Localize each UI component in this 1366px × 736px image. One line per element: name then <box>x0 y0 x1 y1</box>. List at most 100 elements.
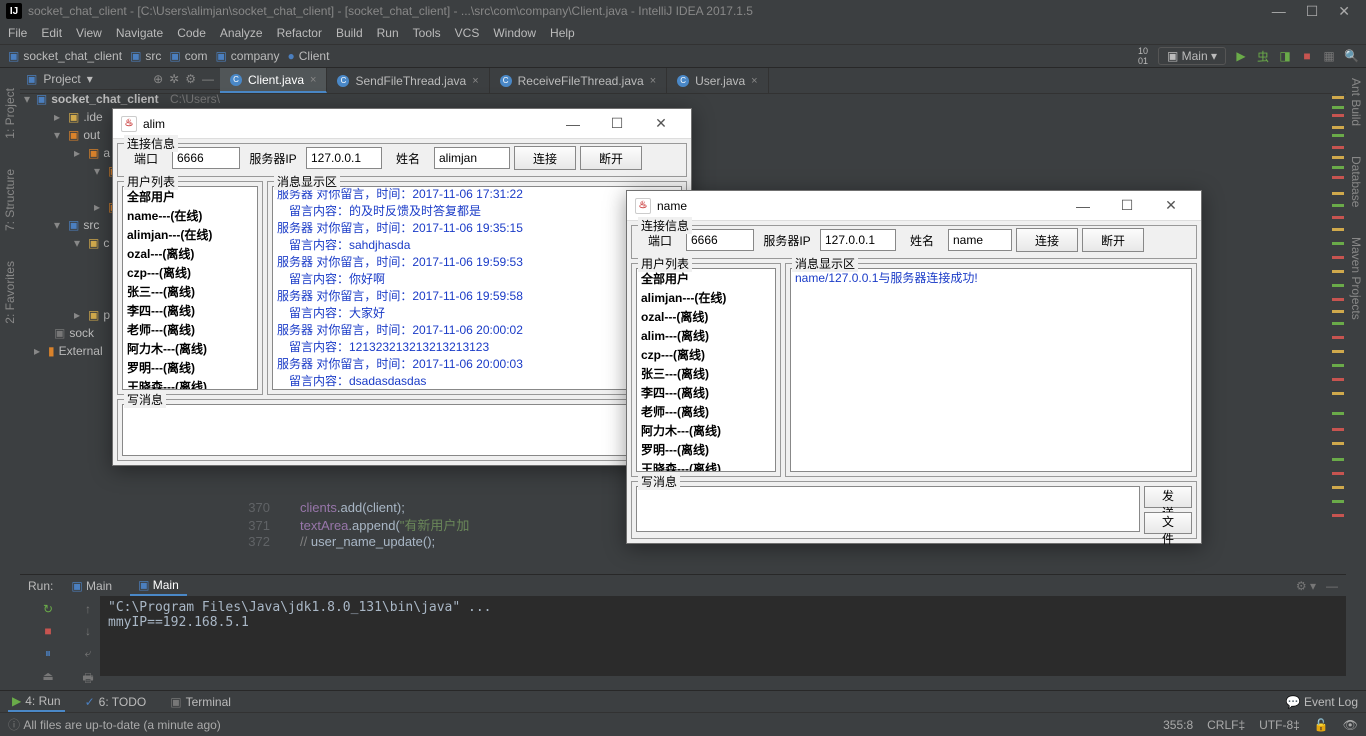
user-list[interactable]: 全部用户alimjan---(在线)ozal---(离线)alim---(离线)… <box>636 268 776 472</box>
user-item[interactable]: czp---(离线) <box>123 263 257 282</box>
crumb-src[interactable]: src <box>145 49 161 63</box>
user-item[interactable]: 张三---(离线) <box>637 364 775 383</box>
file-button[interactable]: 文件 <box>1144 512 1192 534</box>
menu-window[interactable]: Window <box>493 26 536 40</box>
editor-tab[interactable]: CSendFileThread.java× <box>327 68 489 93</box>
user-item[interactable]: 阿力木---(离线) <box>637 421 775 440</box>
crumb-com[interactable]: com <box>185 49 208 63</box>
search-icon[interactable]: 🔍 <box>1344 49 1358 63</box>
status-position[interactable]: 355:8 <box>1163 718 1193 732</box>
menu-code[interactable]: Code <box>177 26 206 40</box>
run-icon[interactable]: ▶ <box>1234 49 1248 63</box>
os-minimize-icon[interactable]: — <box>1272 3 1286 20</box>
print-icon[interactable]: 🖶 <box>78 669 98 689</box>
crumb-company[interactable]: company <box>231 49 280 63</box>
window-minimize-icon[interactable]: — <box>551 110 595 138</box>
user-item[interactable]: 李四---(离线) <box>637 383 775 402</box>
user-item[interactable]: alim---(离线) <box>637 326 775 345</box>
close-tab-icon[interactable]: × <box>650 75 656 87</box>
menu-help[interactable]: Help <box>550 26 575 40</box>
connect-button[interactable]: 连接 <box>514 146 576 170</box>
left-tool-0[interactable]: 1: Project <box>3 88 17 139</box>
info-icon[interactable]: ⓘ <box>8 716 20 733</box>
os-close-icon[interactable]: ✕ <box>1338 3 1350 20</box>
hide-icon[interactable]: — <box>1326 579 1338 593</box>
editor-tab[interactable]: CReceiveFileThread.java× <box>490 68 668 93</box>
crumb-project[interactable]: socket_chat_client <box>23 49 122 63</box>
event-log[interactable]: 💬 Event Log <box>1286 695 1358 709</box>
user-item[interactable]: alimjan---(在线) <box>637 288 775 307</box>
tree-item[interactable]: sock <box>69 326 94 340</box>
close-tab-icon[interactable]: × <box>751 75 757 87</box>
name-field[interactable]: name <box>948 229 1012 251</box>
tree-item[interactable]: a <box>103 146 110 160</box>
menu-analyze[interactable]: Analyze <box>220 26 263 40</box>
run-tab-main-active[interactable]: ▣ Main <box>130 576 187 596</box>
exit-icon[interactable]: ⏏ <box>38 669 58 683</box>
ip-field[interactable]: 127.0.0.1 <box>306 147 382 169</box>
right-tool-0[interactable]: Ant Build <box>1349 78 1363 126</box>
down-icon[interactable]: ↓ <box>78 624 98 638</box>
menu-file[interactable]: File <box>8 26 27 40</box>
menu-tools[interactable]: Tools <box>413 26 441 40</box>
rerun-icon[interactable]: ↻ <box>38 602 58 616</box>
ip-field[interactable]: 127.0.0.1 <box>820 229 896 251</box>
close-tab-icon[interactable]: × <box>472 75 478 87</box>
app-window-name[interactable]: ♨ name — ☐ ✕ 连接信息 端口 6666 服务器IP 127.0.0.… <box>626 190 1202 544</box>
run-configuration-selector[interactable]: ▣ Main ▾ <box>1158 47 1226 65</box>
send-button[interactable]: 发送 <box>1144 486 1192 508</box>
window-title-bar[interactable]: ♨ alim — ☐ ✕ <box>113 109 691 139</box>
menu-view[interactable]: View <box>76 26 102 40</box>
collapse-icon[interactable]: ⊕ <box>153 72 163 86</box>
left-tool-1[interactable]: 7: Structure <box>3 169 17 231</box>
wrap-icon[interactable]: ⤶ <box>78 646 98 661</box>
user-item[interactable]: 王晓森---(离线) <box>637 459 775 472</box>
left-tool-2[interactable]: 2: Favorites <box>3 261 17 324</box>
tree-item[interactable]: p <box>103 308 110 322</box>
status-line-sep[interactable]: CRLF‡ <box>1207 718 1245 732</box>
app-window-alim[interactable]: ♨ alim — ☐ ✕ 连接信息 端口 6666 服务器IP 127.0.0.… <box>112 108 692 466</box>
tool-run[interactable]: ▶ 4: Run <box>8 692 65 712</box>
tree-item[interactable]: out <box>83 128 100 142</box>
tree-item[interactable]: .ide <box>83 110 102 124</box>
window-maximize-icon[interactable]: ☐ <box>1105 192 1149 220</box>
os-maximize-icon[interactable]: ☐ <box>1306 3 1319 20</box>
stop-icon[interactable]: ■ <box>1300 49 1314 63</box>
port-field[interactable]: 6666 <box>172 147 240 169</box>
message-input[interactable] <box>122 404 682 456</box>
right-tool-2[interactable]: Maven Projects <box>1349 237 1363 320</box>
window-close-icon[interactable]: ✕ <box>1149 192 1193 220</box>
window-minimize-icon[interactable]: — <box>1061 192 1105 220</box>
console-output[interactable]: "C:\Program Files\Java\jdk1.8.0_131\bin\… <box>100 596 1346 676</box>
user-item[interactable]: 罗明---(离线) <box>123 358 257 377</box>
inspect-icon[interactable]: 👁 <box>1343 718 1358 732</box>
coverage-icon[interactable]: ◨ <box>1278 49 1292 63</box>
user-item[interactable]: 王晓森---(离线) <box>123 377 257 390</box>
disconnect-button[interactable]: 断开 <box>1082 228 1144 252</box>
settings-icon[interactable]: ⚙ <box>185 72 196 86</box>
settings-icon[interactable]: ⚙ ▾ <box>1296 579 1316 593</box>
editor-tab[interactable]: CUser.java× <box>667 68 768 93</box>
user-item[interactable]: 老师---(离线) <box>637 402 775 421</box>
crumb-client[interactable]: Client <box>299 49 330 63</box>
editor-tab[interactable]: CClient.java× <box>220 68 327 93</box>
user-item[interactable]: 阿力木---(离线) <box>123 339 257 358</box>
user-item[interactable]: alimjan---(在线) <box>123 225 257 244</box>
disconnect-button[interactable]: 断开 <box>580 146 642 170</box>
message-area[interactable]: 服务器 对你留言，时间：2017-11-06 17:31:22留言内容：的及时反… <box>272 186 682 390</box>
user-item[interactable]: czp---(离线) <box>637 345 775 364</box>
stop-icon[interactable]: ■ <box>38 624 58 638</box>
lock-icon[interactable]: 🔓 <box>1314 718 1329 732</box>
window-close-icon[interactable]: ✕ <box>639 110 683 138</box>
pause-icon[interactable]: ⏸ <box>38 646 58 661</box>
user-item[interactable]: 罗明---(离线) <box>637 440 775 459</box>
user-item[interactable]: 张三---(离线) <box>123 282 257 301</box>
tool-terminal[interactable]: ▣ Terminal <box>166 693 235 711</box>
user-item[interactable]: name---(在线) <box>123 206 257 225</box>
window-title-bar[interactable]: ♨ name — ☐ ✕ <box>627 191 1201 221</box>
error-stripe[interactable] <box>1332 92 1344 566</box>
debug-icon[interactable]: ⾍ <box>1256 48 1270 65</box>
connect-button[interactable]: 连接 <box>1016 228 1078 252</box>
right-tool-1[interactable]: Database <box>1349 156 1363 207</box>
port-field[interactable]: 6666 <box>686 229 754 251</box>
